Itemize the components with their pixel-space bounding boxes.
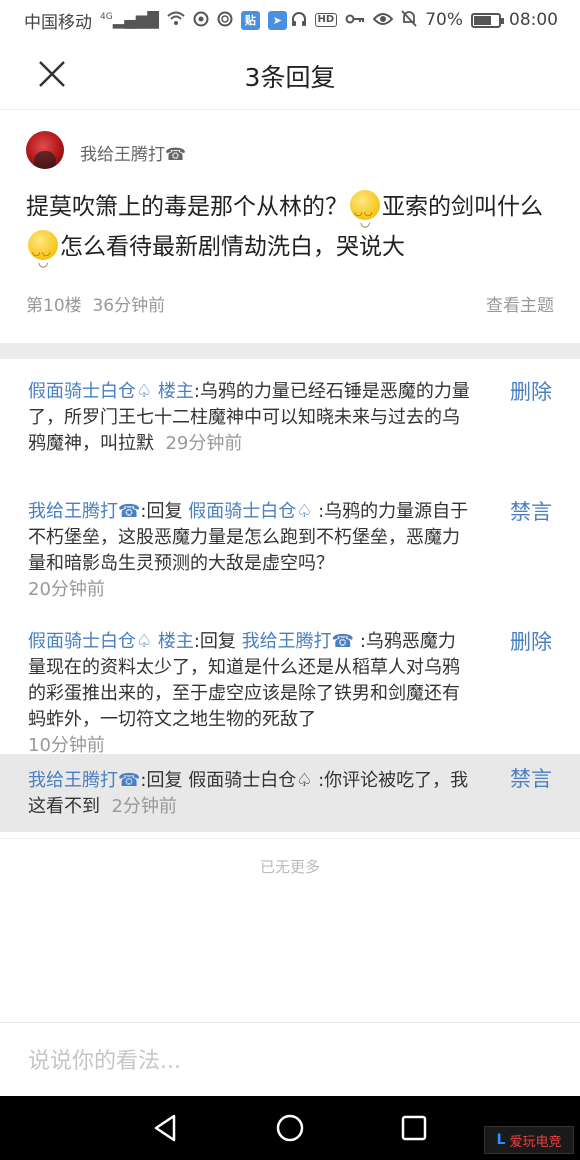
back-button[interactable]: [150, 1112, 182, 1144]
battery-fill: [474, 15, 491, 25]
view-topic-link[interactable]: 查看主题: [486, 291, 554, 316]
reply-item[interactable]: 我给王腾打☎:回复 假面骑士白仓♤ :你评论被吃了，我这看不到 2分钟前 禁言: [0, 754, 580, 832]
delete-button[interactable]: 删除: [510, 629, 552, 655]
post-content: 提莫吹箫上的毒是那个从林的？ 亚索的剑叫什么怎么看待最新剧情劫洗白，哭说大: [26, 187, 566, 282]
home-circle-icon: [276, 1114, 304, 1142]
hd-icon: HD: [314, 13, 338, 27]
reply-time: 29分钟前: [165, 433, 243, 454]
comment-bar: [0, 1022, 580, 1096]
page-title: 3条回复: [244, 63, 336, 92]
wifi-icon: [167, 11, 185, 29]
battery-percent: 70%: [425, 10, 463, 30]
reply-item[interactable]: 假面骑士白仓♤ 楼主:回复 我给王腾打☎ :乌鸦恶魔力量现在的资料太少了，知道是…: [0, 609, 580, 756]
eye-icon: [372, 12, 394, 29]
status-bar: 中国移动 4G▂▄▆█ 贴 ➤ HD 70% 08:00: [0, 0, 580, 40]
watermark-mark: L: [496, 1132, 506, 1148]
recent-apps-button[interactable]: [398, 1112, 430, 1144]
reply-time: 20分钟前: [28, 579, 105, 600]
reply-user[interactable]: 我给王腾打☎: [28, 501, 140, 522]
key-icon: [345, 13, 365, 28]
reply-user[interactable]: 假面骑士白仓♤ 楼主: [28, 381, 194, 402]
system-nav-bar: L 爱玩电竞: [0, 1096, 580, 1160]
reply-list: 假面骑士白仓♤ 楼主:乌鸦的力量已经石锤是恶魔的力量了，所罗门王七十二柱魔神中可…: [0, 359, 580, 832]
reply-time: 2分钟前: [111, 796, 177, 817]
send-app-icon: ➤: [267, 10, 287, 30]
reply-word: :回复: [140, 770, 183, 791]
carrier-label: 中国移动: [24, 12, 92, 33]
battery-icon: [471, 12, 504, 28]
comment-input[interactable]: [28, 1041, 548, 1081]
reply-item[interactable]: 我给王腾打☎:回复 假面骑士白仓♤ :乌鸦的力量源自于不朽堡垒，这股恶魔力量是怎…: [0, 479, 580, 609]
list-end-divider: [0, 838, 580, 839]
reply-user[interactable]: 我给王腾打☎: [28, 770, 140, 791]
smile-emoji-icon: [350, 190, 380, 242]
app-notify-icon-2: [217, 11, 233, 30]
status-bar-left: 中国移动 4G▂▄▆█ 贴 ➤: [24, 8, 287, 33]
grin-emoji-icon: [28, 230, 58, 282]
post-floor: 第10楼: [26, 296, 82, 316]
reply-target[interactable]: 假面骑士白仓♤: [188, 770, 312, 791]
delete-button[interactable]: 删除: [510, 379, 552, 405]
headphone-icon: [291, 11, 307, 30]
recent-square-icon: [401, 1115, 427, 1141]
post-time: 36分钟前: [92, 296, 166, 316]
back-triangle-icon: [154, 1114, 176, 1142]
reply-target[interactable]: 我给王腾打☎: [242, 631, 354, 652]
status-bar-right: HD 70% 08:00: [291, 10, 558, 30]
post-text-part2: 亚索的剑叫什么: [382, 194, 543, 220]
section-divider: [0, 343, 580, 359]
post-meta: 第10楼 36分钟前: [26, 291, 165, 316]
page-header: 3条回复: [0, 40, 580, 110]
signal-icon: 4G▂▄▆█: [100, 10, 159, 29]
no-more-label: 已无更多: [259, 858, 320, 876]
watermark-logo: L 爱玩电竞: [484, 1126, 574, 1154]
main-post: 我给王腾打☎ 提莫吹箫上的毒是那个从林的？ 亚索的剑叫什么怎么看待最新剧情劫洗白，…: [0, 111, 580, 343]
clock: 08:00: [509, 10, 558, 30]
reply-time: 10分钟前: [28, 735, 105, 756]
watermark-text: 爱玩电竞: [509, 1134, 562, 1150]
reply-word: :回复: [193, 631, 236, 652]
post-text-part3: 怎么看待最新剧情劫洗白，哭说大: [60, 234, 405, 260]
ban-button[interactable]: 禁言: [510, 766, 552, 792]
reply-item[interactable]: 假面骑士白仓♤ 楼主:乌鸦的力量已经石锤是恶魔的力量了，所罗门王七十二柱魔神中可…: [0, 359, 580, 479]
mute-icon: [401, 10, 417, 30]
reply-word: :回复: [140, 501, 183, 522]
home-button[interactable]: [274, 1112, 306, 1144]
ban-button[interactable]: 禁言: [510, 499, 552, 525]
reply-target[interactable]: 假面骑士白仓♤: [188, 501, 312, 522]
app-notify-icon: [193, 11, 209, 30]
post-author[interactable]: 我给王腾打☎: [80, 140, 186, 165]
avatar[interactable]: [26, 131, 64, 169]
reply-user[interactable]: 假面骑士白仓♤ 楼主: [28, 631, 194, 652]
post-text-part1: 提莫吹箫上的毒是那个从林的？: [26, 194, 348, 220]
tieba-app-icon: 贴: [240, 10, 260, 30]
